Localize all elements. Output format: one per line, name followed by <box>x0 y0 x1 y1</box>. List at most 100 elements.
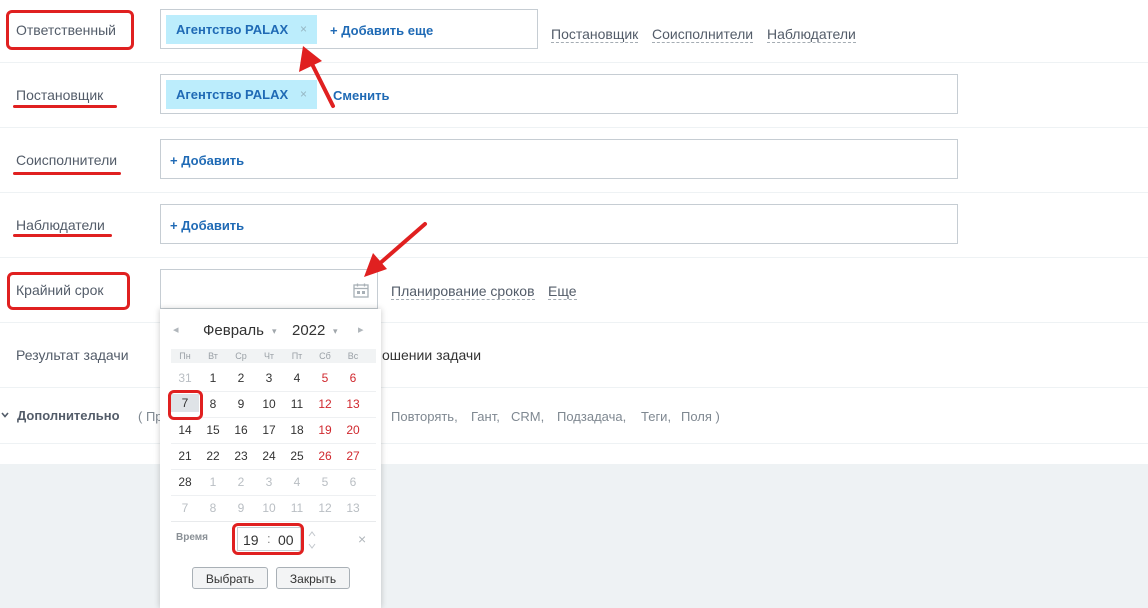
calendar-row-divider <box>171 495 376 496</box>
calendar-day[interactable]: 19 <box>311 423 339 437</box>
annotation-box-selected-day <box>168 390 203 420</box>
year-select[interactable]: 2022 <box>292 322 325 339</box>
add-observer-link[interactable]: + Добавить <box>170 218 244 233</box>
select-button[interactable]: Выбрать <box>192 567 268 589</box>
calendar-day[interactable]: 14 <box>171 423 199 437</box>
extra-repeat-link[interactable]: Повторять, <box>391 409 458 424</box>
calendar-day[interactable]: 18 <box>283 423 311 437</box>
calendar-day[interactable]: 9 <box>227 397 255 411</box>
calendar-day[interactable]: 25 <box>283 449 311 463</box>
row-divider <box>0 62 1148 63</box>
calendar-day[interactable]: 3 <box>255 475 283 489</box>
calendar-day[interactable]: 5 <box>311 371 339 385</box>
calendar-day[interactable]: 2 <box>227 371 255 385</box>
annotation-box-time <box>232 523 304 555</box>
add-coexecutor-link[interactable]: + Добавить <box>170 153 244 168</box>
additional-open-paren: ( Пр <box>138 409 163 424</box>
calendar-day[interactable]: 7 <box>171 501 199 515</box>
calendar-icon[interactable] <box>353 283 369 298</box>
calendar-day[interactable]: 10 <box>255 501 283 515</box>
calendar-day[interactable]: 23 <box>227 449 255 463</box>
calendar-day[interactable]: 20 <box>339 423 367 437</box>
creator-tag[interactable]: Агентство PALAX × <box>166 80 317 109</box>
calendar-day[interactable]: 6 <box>339 475 367 489</box>
extra-tags-link[interactable]: Теги, <box>641 409 671 424</box>
calendar-day[interactable]: 6 <box>339 371 367 385</box>
result-checkbox-label[interactable]: ошении задачи <box>382 347 481 363</box>
calendar-day[interactable]: 26 <box>311 449 339 463</box>
row-divider <box>0 257 1148 258</box>
calendar-day[interactable]: 8 <box>199 501 227 515</box>
extra-subtask-link[interactable]: Подзадача, <box>557 409 626 424</box>
deadline-more-link[interactable]: Еще <box>548 283 577 300</box>
calendar-day[interactable]: 1 <box>199 475 227 489</box>
calendar-day[interactable]: 31 <box>171 371 199 385</box>
annotation-box-deadline <box>7 272 130 310</box>
year-dropdown-icon[interactable]: ▾ <box>333 326 338 337</box>
calendar-day[interactable]: 2 <box>227 475 255 489</box>
calendar-day[interactable]: 28 <box>171 475 199 489</box>
calendar-day[interactable]: 1 <box>199 371 227 385</box>
deadline-input[interactable] <box>160 269 378 309</box>
change-creator-link[interactable]: Сменить <box>333 88 389 103</box>
toggle-observers-link[interactable]: Наблюдатели <box>767 26 856 43</box>
date-picker-popup: ◂ Февраль ▾ 2022 ▾ ▸ Пн Вт Ср Чт Пт Сб Вс 31 1 2 3… <box>160 309 381 608</box>
weekday-label: Пт <box>291 351 303 361</box>
extra-gantt-link[interactable]: Гант, <box>471 409 500 424</box>
calendar-row-divider <box>171 469 376 470</box>
calendar-day[interactable]: 8 <box>199 397 227 411</box>
calendar-day[interactable]: 5 <box>311 475 339 489</box>
calendar-day[interactable]: 3 <box>255 371 283 385</box>
row-divider <box>0 192 1148 193</box>
calendar-day[interactable]: 15 <box>199 423 227 437</box>
creator-field[interactable]: Агентство PALAX × Сменить <box>160 74 958 114</box>
calendar-day[interactable]: 13 <box>339 501 367 515</box>
observers-field[interactable]: + Добавить <box>160 204 958 244</box>
calendar-row-divider <box>171 443 376 444</box>
extra-crm-link[interactable]: CRM, <box>511 409 544 424</box>
calendar-day[interactable]: 9 <box>227 501 255 515</box>
additional-toggle[interactable]: Дополнительно <box>17 408 120 423</box>
observers-label: Наблюдатели <box>16 217 105 233</box>
calendar-day[interactable]: 10 <box>255 397 283 411</box>
coexecutors-field[interactable]: + Добавить <box>160 139 958 179</box>
weekday-label: Сб <box>319 351 331 361</box>
calendar-divider <box>171 521 376 522</box>
calendar-day[interactable]: 11 <box>283 397 311 411</box>
toggle-creator-link[interactable]: Постановщик <box>551 26 639 43</box>
responsible-tag-text: Агентство PALAX <box>176 22 289 37</box>
chevron-down-icon[interactable] <box>0 410 10 420</box>
calendar-day[interactable]: 24 <box>255 449 283 463</box>
add-more-responsible-link[interactable]: + Добавить еще <box>330 23 433 38</box>
month-select[interactable]: Февраль <box>203 322 264 339</box>
remove-creator-icon[interactable]: × <box>300 80 307 109</box>
calendar-day[interactable]: 22 <box>199 449 227 463</box>
annotation-box-responsible <box>6 10 134 50</box>
calendar-day[interactable]: 27 <box>339 449 367 463</box>
annotation-underline-creator <box>13 105 117 108</box>
extra-fields-link[interactable]: Поля ) <box>681 409 720 424</box>
calendar-day[interactable]: 17 <box>255 423 283 437</box>
calendar-day[interactable]: 13 <box>339 397 367 411</box>
weekday-label: Чт <box>263 351 275 361</box>
calendar-day[interactable]: 21 <box>171 449 199 463</box>
calendar-day[interactable]: 12 <box>311 501 339 515</box>
clear-time-icon[interactable]: × <box>358 531 366 547</box>
deadline-planning-link[interactable]: Планирование сроков <box>391 283 535 300</box>
month-dropdown-icon[interactable]: ▾ <box>272 326 277 337</box>
calendar-day[interactable]: 16 <box>227 423 255 437</box>
prev-month-icon[interactable]: ◂ <box>173 323 179 336</box>
remove-responsible-icon[interactable]: × <box>300 15 307 44</box>
weekday-label: Вс <box>347 351 359 361</box>
calendar-day[interactable]: 4 <box>283 475 311 489</box>
next-month-icon[interactable]: ▸ <box>358 323 364 336</box>
calendar-day[interactable]: 4 <box>283 371 311 385</box>
coexecutors-label: Соисполнители <box>16 152 118 168</box>
toggle-coexecutors-link[interactable]: Соисполнители <box>652 26 754 43</box>
calendar-day[interactable]: 12 <box>311 397 339 411</box>
calendar-day[interactable]: 11 <box>283 501 311 515</box>
responsible-tag[interactable]: Агентство PALAX × <box>166 15 317 44</box>
responsible-field[interactable]: Агентство PALAX × + Добавить еще <box>160 9 538 49</box>
time-stepper-icon[interactable] <box>308 530 316 550</box>
close-button[interactable]: Закрыть <box>276 567 350 589</box>
